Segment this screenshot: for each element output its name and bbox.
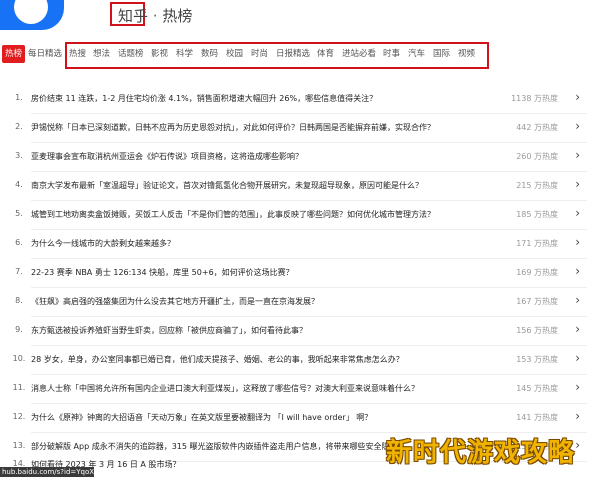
rank-number: 1. <box>15 93 23 102</box>
rank-number: 7. <box>15 267 23 276</box>
heat-value: 185 万热度 <box>516 210 558 219</box>
chevron-right-icon[interactable]: › <box>575 148 580 162</box>
chevron-right-icon[interactable]: › <box>575 351 580 365</box>
heat-value: 442 万热度 <box>516 123 558 132</box>
heat-value: 156 万热度 <box>516 326 558 335</box>
chevron-right-icon[interactable]: › <box>575 177 580 191</box>
chevron-right-icon[interactable]: › <box>575 235 580 249</box>
chevron-right-icon[interactable]: › <box>575 119 580 133</box>
rank-number: 8. <box>15 296 23 305</box>
status-url: hub.baidu.com/s?id=YqoXzV6dOD <box>0 467 94 477</box>
chevron-right-icon[interactable]: › <box>575 380 580 394</box>
heat-value: 260 万热度 <box>516 152 558 161</box>
list-item[interactable]: 9. 东方甄选被投诉养殖虾当野生虾卖，回应称「被供应商骗了」，如何看待此事？ 1… <box>0 317 594 345</box>
page-title: 知乎 · 热榜 <box>118 5 192 26</box>
chevron-right-icon[interactable]: › <box>575 322 580 336</box>
rank-number: 4. <box>15 180 23 189</box>
question-title[interactable]: 东方甄选被投诉养殖虾当野生虾卖，回应称「被供应商骗了」，如何看待此事？ <box>31 325 307 336</box>
list-item[interactable]: 1. 房价结束 11 连跌，1-2 月住宅均价涨 4.1%，销售面积增速大幅回升… <box>0 85 594 113</box>
tabs-highlight-box <box>65 42 489 69</box>
list-item[interactable]: 4. 南京大学发布最新「室温超导」验证论文，首次对镥氮氢化合物开展研究，未复现超… <box>0 172 594 200</box>
rank-number: 12. <box>12 412 26 421</box>
question-title[interactable]: 尹锡悦称「日本已深刻道歉，日韩不应再为历史恩怨对抗」，对此如何评价？日韩两国是否… <box>31 122 435 133</box>
question-title[interactable]: 房价结束 11 连跌，1-2 月住宅均价涨 4.1%，销售面积增速大幅回升 26… <box>31 93 377 104</box>
list-item[interactable]: 3. 亚麦理事会宣布取消杭州亚运会《炉石传说》项目资格，这将造成哪些影响？ 26… <box>0 143 594 171</box>
list-item[interactable]: 6. 为什么今一线城市的大龄剩女越来越多？ 171 万热度 › <box>0 230 594 258</box>
question-title[interactable]: 为什么今一线城市的大龄剩女越来越多？ <box>31 238 175 249</box>
list-item[interactable]: 11. 消息人士称「中国将允许所有国内企业进口澳大利亚煤炭」，这释放了哪些信号？… <box>0 375 594 403</box>
rank-number: 3. <box>15 151 23 160</box>
question-title[interactable]: 亚麦理事会宣布取消杭州亚运会《炉石传说》项目资格，这将造成哪些影响？ <box>31 151 303 162</box>
section-name: 热榜 <box>162 7 193 25</box>
list-item[interactable]: 7. 22-23 赛季 NBA 勇士 126:134 快船，库里 50+6，如何… <box>0 259 594 287</box>
rank-number: 2. <box>15 122 23 131</box>
question-title[interactable]: 《狂飙》高启强的强盛集团为什么没去其它地方开疆扩土，而是一直在京海发展？ <box>31 296 319 307</box>
heat-value: 1138 万热度 <box>511 94 558 103</box>
question-title[interactable]: 消息人士称「中国将允许所有国内企业进口澳大利亚煤炭」，这释放了哪些信号？对澳大利… <box>31 383 419 394</box>
watermark-logo: 新时代游戏攻略 <box>386 438 576 468</box>
question-title[interactable]: 28 岁女，单身，办公室同事都已婚已育，他们成天提孩子、婚姻、老公的事，我听起来… <box>31 354 404 365</box>
title-separator: · <box>148 7 163 25</box>
chevron-right-icon[interactable]: › <box>575 409 580 423</box>
rank-number: 5. <box>15 209 23 218</box>
rank-number: 13. <box>12 441 26 450</box>
heat-value: 167 万热度 <box>516 297 558 306</box>
rank-number: 9. <box>15 325 23 334</box>
chevron-right-icon[interactable]: › <box>575 293 580 307</box>
heat-value: 169 万热度 <box>516 268 558 277</box>
question-title[interactable]: 为什么《原神》钟离的大招语音「天动万象」在英文版里要被翻译为 「I will h… <box>31 412 372 423</box>
site-name: 知乎 <box>118 7 149 25</box>
list-item[interactable]: 5. 城管到工地劝离卖盒饭摊贩，买饭工人反击「不是你们管的范围」，此事反映了哪些… <box>0 201 594 229</box>
logo-mark-icon <box>14 0 48 24</box>
list-item[interactable]: 8. 《狂飙》高启强的强盛集团为什么没去其它地方开疆扩土，而是一直在京海发展？ … <box>0 288 594 316</box>
tab-hot-list[interactable]: 热榜 <box>2 45 26 63</box>
question-title[interactable]: 22-23 赛季 NBA 勇士 126:134 快船，库里 50+6，如何评价这… <box>31 267 294 278</box>
list-item[interactable]: 10. 28 岁女，单身，办公室同事都已婚已育，他们成天提孩子、婚姻、老公的事，… <box>0 346 594 374</box>
heat-value: 145 万热度 <box>516 384 558 393</box>
heat-value: 153 万热度 <box>516 355 558 364</box>
list-item[interactable]: 12. 为什么《原神》钟离的大招语音「天动万象」在英文版里要被翻译为 「I wi… <box>0 404 594 432</box>
question-title[interactable]: 城管到工地劝离卖盒饭摊贩，买饭工人反击「不是你们管的范围」，此事反映了哪些问题？… <box>31 209 435 220</box>
chevron-right-icon[interactable]: › <box>575 438 580 452</box>
heat-value: 171 万热度 <box>516 239 558 248</box>
heat-value: 141 万热度 <box>516 413 558 422</box>
chevron-right-icon[interactable]: › <box>575 264 580 278</box>
tab-daily-picks[interactable]: 每日精选 <box>28 45 62 63</box>
heat-value: 215 万热度 <box>516 181 558 190</box>
rank-number: 6. <box>15 238 23 247</box>
question-title[interactable]: 南京大学发布最新「室温超导」验证论文，首次对镥氮氢化合物开展研究，未复现超导现象… <box>31 180 423 191</box>
zhihu-logo[interactable] <box>0 0 64 30</box>
list-item[interactable]: 2. 尹锡悦称「日本已深刻道歉，日韩不应再为历史恩怨对抗」，对此如何评价？日韩两… <box>0 114 594 142</box>
chevron-right-icon[interactable]: › <box>575 90 580 104</box>
rank-number: 10. <box>12 354 26 363</box>
chevron-right-icon[interactable]: › <box>575 206 580 220</box>
rank-number: 11. <box>12 383 26 392</box>
